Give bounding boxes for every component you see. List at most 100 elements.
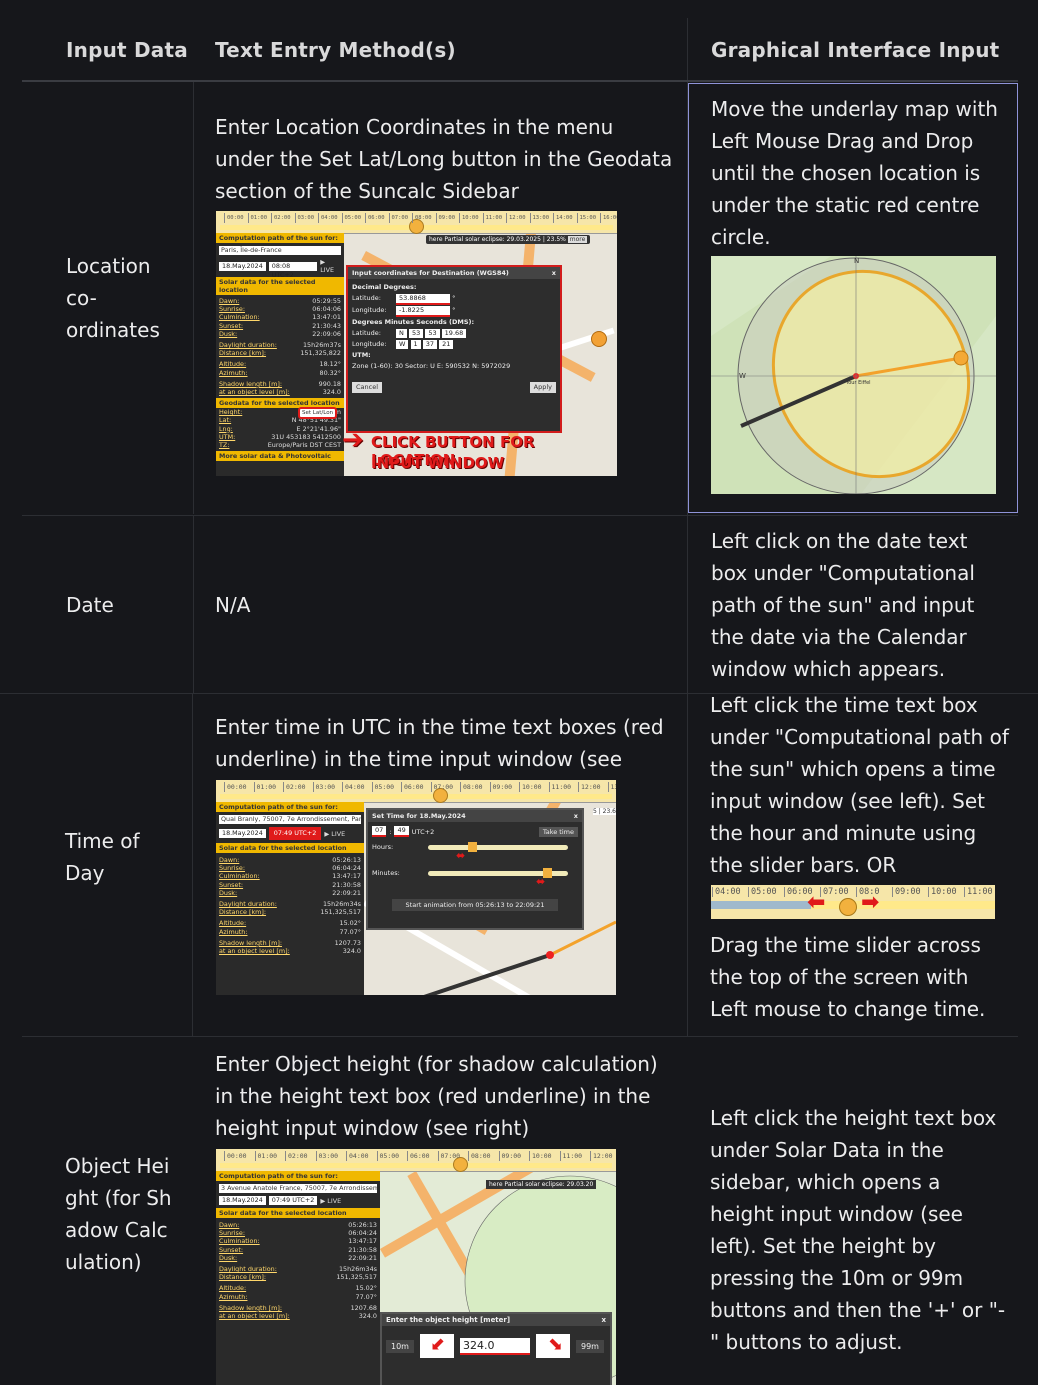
more-solar-bar[interactable]: More solar data & Photovoltaic xyxy=(216,451,344,462)
solar-data-row: Daylight duration: 15h26m37s xyxy=(219,341,341,350)
height-input[interactable]: 324.0 xyxy=(459,1337,530,1355)
close-icon[interactable]: x xyxy=(574,812,578,820)
cancel-button[interactable]: Cancel xyxy=(352,382,383,393)
solar-title: Solar data for the selected location xyxy=(216,843,364,853)
apply-button[interactable]: Apply xyxy=(529,382,556,393)
timeline-tick-label: 15:00 xyxy=(576,213,596,223)
timeline-tick-label: 03:00 xyxy=(312,782,335,792)
timeline-tick-label: 09:00 xyxy=(435,213,455,223)
hours-slider-knob[interactable] xyxy=(468,842,477,852)
plus-button[interactable]: ⬊ xyxy=(535,1334,570,1358)
timeline-tick-label: 02:00 xyxy=(283,782,306,792)
place-input[interactable]: Quai Branly, 75007, 7e Arrondissement, P… xyxy=(219,815,361,824)
timeline-tick-label: 16:00 xyxy=(600,213,617,223)
solar-data-row: Dusk: 22:09:06 xyxy=(219,329,341,338)
solar-data-row: Dawn: 05:26:13 xyxy=(219,1221,377,1229)
solar-data-row: Sunset: 21:30:43 xyxy=(219,321,341,330)
solar-data-row: Distance [km]: 151,325,517 xyxy=(219,908,361,917)
close-icon[interactable]: x xyxy=(552,269,556,277)
dms-lng-hemisphere[interactable]: W xyxy=(396,340,409,349)
minus-button[interactable]: ⬋ xyxy=(419,1334,454,1358)
solar-data-row: Dusk: 22:09:21 xyxy=(219,1253,377,1262)
timeline-tick-label: 08:00 xyxy=(412,213,432,223)
live-button[interactable]: ▶ LIVE xyxy=(324,830,345,838)
time-slider-strip[interactable]: ⬅ ➡ 04:00 05:00 06:00 07:00 08:0 09:00 10:00 11… xyxy=(711,885,995,919)
set-latlon-button[interactable]: Set Lat/Lon xyxy=(298,407,338,419)
timeline-tick-label: 12:00 xyxy=(578,782,601,792)
solar-data-row: at an object level [m]: 324.0 xyxy=(219,388,341,397)
longitude-input[interactable]: -1.8225 xyxy=(396,306,450,317)
timeline-tick-label: 04:00 xyxy=(318,213,338,223)
live-button[interactable]: ▶ LIVE xyxy=(320,1197,341,1205)
solar-title: Solar data for the selected location xyxy=(216,1208,380,1218)
time-input[interactable]: 08:08 UTC+2 xyxy=(268,261,318,279)
date-input[interactable]: 18.May.2024 xyxy=(219,261,266,271)
dms-lat-hemisphere[interactable]: N xyxy=(396,329,407,338)
timezone-label: UTC+2 xyxy=(411,827,435,836)
sun-marker-icon xyxy=(591,331,607,347)
row-time-graphical: Left click the time text box under "Comp… xyxy=(710,693,1009,877)
timeline-tick-label: 00:00 xyxy=(224,1151,247,1161)
row-date-graphical: Left click on the date text box under "C… xyxy=(711,529,975,681)
solar-data-row: Altitude: 15.02° xyxy=(219,919,361,928)
timeline-tick-label: 11:00 xyxy=(559,1151,582,1161)
10m-button[interactable]: 10m xyxy=(386,1339,414,1353)
place-input[interactable]: Paris, Île-de-France xyxy=(219,246,341,255)
timeline-tick-label: 10:00 xyxy=(459,213,479,223)
timeline-tick-label: 10:00 xyxy=(928,887,957,897)
minute-input[interactable]: 49 xyxy=(394,826,409,837)
utm-heading: UTM: xyxy=(352,351,371,359)
header-divider xyxy=(22,80,1018,82)
dms-lat-min[interactable]: 53 xyxy=(425,329,440,338)
timeline-tick-label: 08:0 xyxy=(856,887,879,897)
place-input[interactable]: 3 Avenue Anatole France, 75007, 7e Arron… xyxy=(219,1184,377,1193)
callout-line-2: INPUT WINDOW xyxy=(371,454,505,472)
close-icon[interactable]: x xyxy=(601,1316,606,1324)
timeline-tick-label: 04:00 xyxy=(346,1151,369,1161)
animation-button[interactable]: Start animation from 05:26:13 to 22:09:2… xyxy=(392,899,558,911)
screenshot-location-dialog: here Partial solar eclipse: 29.03.2025 |… xyxy=(216,211,617,476)
date-input[interactable]: 18.May.2024 xyxy=(219,1196,266,1205)
timeline-tick-label: 07:00 xyxy=(388,213,408,223)
dms-lng-deg[interactable]: 1 xyxy=(410,340,421,349)
dialog-title: Enter the object height [meter] xyxy=(386,1316,511,1324)
solar-data-row: TZ: Europe/Paris DST CEST xyxy=(219,441,341,450)
height-dialog: Enter the object height [meter] x 10m ⬋ 3… xyxy=(380,1312,612,1385)
dms-lat-sec[interactable]: 19.68 xyxy=(441,329,467,338)
solar-data-row: Sunrise: 06:04:06 xyxy=(219,305,341,314)
timeline-tick-label: 06:00 xyxy=(407,1151,430,1161)
time-input[interactable]: 07:49 UTC+2 xyxy=(268,1196,318,1205)
dms-lng-sec[interactable]: 21 xyxy=(439,340,454,349)
time-dialog: Set Time for 18.May.2024 x 07 : 49 UTC+2 … xyxy=(366,808,584,930)
down-arrow-icon: ⬋ xyxy=(429,1334,446,1355)
left-right-arrow-icon: ⬌ xyxy=(456,849,466,862)
dms-lat-deg[interactable]: 53 xyxy=(408,329,424,338)
minutes-label: Minutes: xyxy=(372,869,400,877)
path-title: Computation path of the sun for: xyxy=(216,1171,380,1181)
solar-data-row: UTM: 31U 453183 5412500 xyxy=(219,432,341,441)
dialog-title: Input coordinates for Destination (WGS84… xyxy=(352,269,509,277)
date-input[interactable]: 18.May.2024 xyxy=(219,829,266,838)
latitude-input[interactable]: 53.8868 xyxy=(396,294,450,305)
hour-input[interactable]: 07 xyxy=(372,826,387,837)
take-time-button[interactable]: Take time xyxy=(538,826,578,837)
solar-data-row: Sunrise: 06:04:24 xyxy=(219,1229,377,1238)
timeline-tick-label: 09:00 xyxy=(892,887,921,897)
coordinates-dialog: Input coordinates for Destination (WGS84… xyxy=(346,265,562,433)
col-divider xyxy=(193,516,194,694)
time-slider-knob[interactable] xyxy=(839,898,857,916)
hours-slider[interactable] xyxy=(428,845,568,850)
more-button[interactable]: more xyxy=(567,236,588,243)
solar-data-row: Distance [km]: 151,325,822 xyxy=(219,349,341,358)
row-location-label: Location co-ordinates xyxy=(66,254,160,342)
solar-data-row: Culmination: 13:47:17 xyxy=(219,872,361,881)
99m-button[interactable]: 99m xyxy=(575,1339,604,1353)
utm-fields[interactable]: Zone (1-60): 30 Sector: U E: 590532 N: 5… xyxy=(352,361,556,372)
row-height-text: Enter Object height (for shadow calculat… xyxy=(215,1052,658,1140)
time-input[interactable]: 07:49 UTC+2 xyxy=(268,827,322,840)
timeline-tick-label: 06:00 xyxy=(784,887,813,897)
live-button[interactable]: ▶ LIVE xyxy=(320,258,341,274)
dms-lng-min[interactable]: 37 xyxy=(422,340,438,349)
lat-label: Latitude: xyxy=(352,294,381,302)
solar-data-row: Culmination: 13:47:17 xyxy=(219,1237,377,1246)
